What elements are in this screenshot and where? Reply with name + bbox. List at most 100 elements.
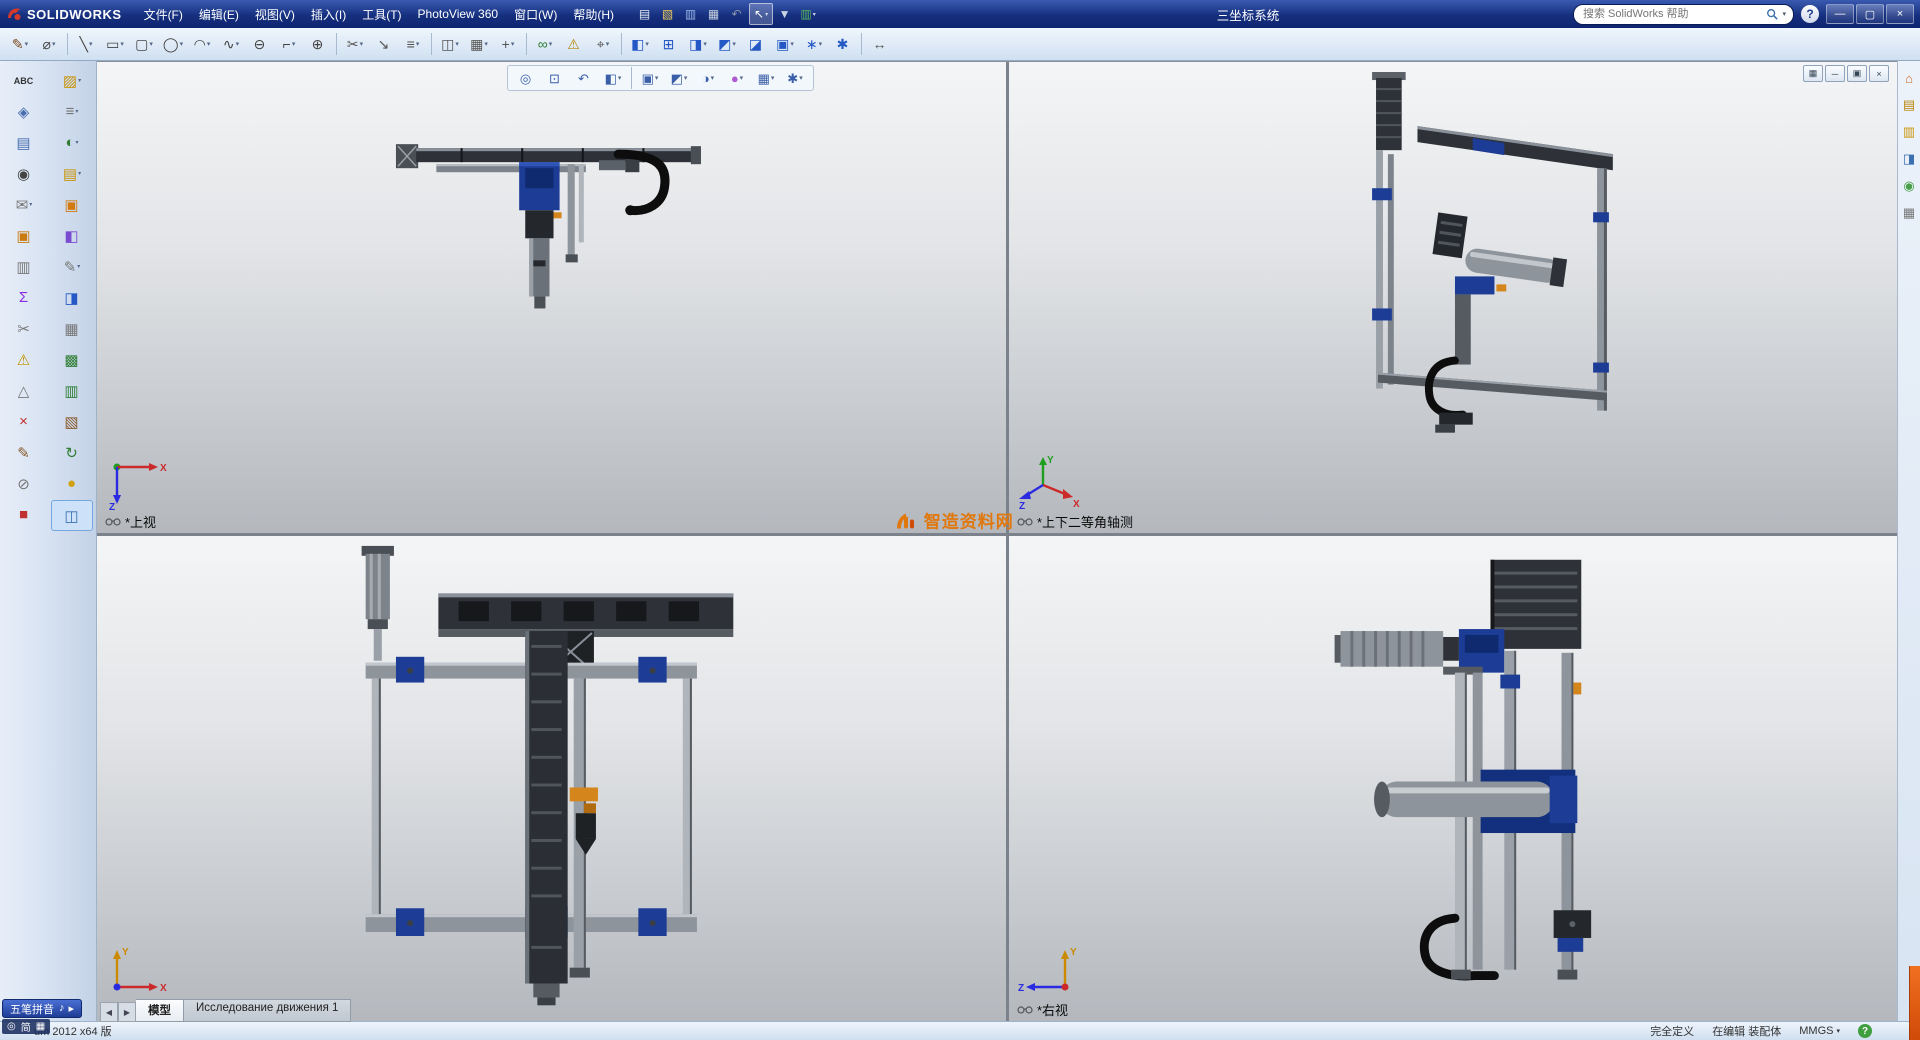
measure-icon[interactable]: ↔ xyxy=(866,31,894,57)
task-scheduler-icon[interactable]: ▣ xyxy=(4,221,44,250)
view-settings-icon[interactable]: ✱▾ xyxy=(781,67,809,89)
view-palette-icon[interactable]: ◨ xyxy=(1900,150,1918,168)
check-active-doc-icon[interactable]: ⚠ xyxy=(4,345,44,374)
view-orientation-icon[interactable]: ▣▾ xyxy=(636,67,664,89)
library-books-icon[interactable]: ▥ xyxy=(52,376,92,405)
child-minimize-icon[interactable]: ─ xyxy=(1825,65,1845,82)
menu-photoview360[interactable]: PhotoView 360 xyxy=(410,4,507,24)
display-relations-icon[interactable]: ∞▾ xyxy=(531,31,559,57)
equations-icon[interactable]: Σ xyxy=(4,283,44,312)
display-style-icon[interactable]: ◩▾ xyxy=(665,67,693,89)
quick-snaps-icon[interactable]: ⌖▾ xyxy=(589,31,617,57)
attachments-icon[interactable]: ✉▾ xyxy=(4,190,44,219)
file-explorer-icon[interactable]: ▥ xyxy=(1900,123,1918,141)
no-external-refs-icon[interactable]: ⊘ xyxy=(4,469,44,498)
mate-icon[interactable]: ⊞ xyxy=(655,31,683,57)
circle-icon[interactable]: ◯▾ xyxy=(159,31,187,57)
move-component-icon[interactable]: ◩▾ xyxy=(713,31,741,57)
new-document-icon[interactable]: ▤ xyxy=(634,4,656,24)
menu-tools[interactable]: 工具(T) xyxy=(354,3,409,26)
zoom-to-fit-icon[interactable]: ◎ xyxy=(512,67,540,89)
table-grid-icon[interactable]: ▦ xyxy=(52,314,92,343)
tab-scroll-right-icon[interactable]: ▶ xyxy=(118,1002,136,1022)
ime-sound-icon[interactable]: ♪ xyxy=(59,1002,65,1015)
trim-entities-icon[interactable]: ✂▾ xyxy=(341,31,369,57)
linear-component-pattern-icon[interactable]: ◨▾ xyxy=(684,31,712,57)
ellipse-icon[interactable]: ⊖ xyxy=(246,31,274,57)
menu-file[interactable]: 文件(F) xyxy=(136,3,191,26)
repair-sketch-icon[interactable]: ⚠ xyxy=(560,31,588,57)
appearance-palette-icon[interactable]: ◧ xyxy=(52,221,92,250)
convert-entities-icon[interactable]: ↘ xyxy=(370,31,398,57)
hide-show-items-icon[interactable]: ◑▾ xyxy=(694,67,722,89)
select-cursor-icon[interactable]: ↖▾ xyxy=(749,3,773,25)
maximize-button[interactable]: ▢ xyxy=(1856,4,1884,24)
minimize-button[interactable]: — xyxy=(1826,4,1854,24)
reference-geometry-icon[interactable]: ∗▾ xyxy=(800,31,828,57)
mirror-entities-icon[interactable]: ◫▾ xyxy=(436,31,464,57)
viewport-bottom-right[interactable]: Y Z *右视 xyxy=(1009,536,1897,1021)
ime-search-icon[interactable]: ◎ xyxy=(7,1021,16,1032)
tab-motion-study[interactable]: Исследование движения 1 xyxy=(184,999,351,1022)
insert-components-icon[interactable]: ◧▾ xyxy=(626,31,654,57)
design-library-icon[interactable]: ▤ xyxy=(1900,96,1918,114)
badge-icon[interactable]: ● xyxy=(52,469,92,498)
menu-edit[interactable]: 编辑(E) xyxy=(191,3,247,26)
linear-sketch-pattern-icon[interactable]: ▦▾ xyxy=(465,31,493,57)
sketch-icon[interactable]: ✎▾ xyxy=(6,31,34,57)
centerpoint-arc-icon[interactable]: ◠▾ xyxy=(188,31,216,57)
move-entities-icon[interactable]: +▾ xyxy=(494,31,522,57)
spell-checker-icon[interactable]: ABC xyxy=(4,66,44,95)
tab-scroll-left-icon[interactable]: ◀ xyxy=(100,1002,118,1022)
previous-view-icon[interactable]: ↶ xyxy=(570,67,598,89)
undo-icon[interactable]: ↶ xyxy=(726,4,748,24)
show-hidden-components-icon[interactable]: ◪ xyxy=(742,31,770,57)
trim-surface-icon[interactable]: ✂ xyxy=(4,314,44,343)
selection-filter-icon[interactable]: ▥▾ xyxy=(797,4,819,24)
appearances-scenes-icon[interactable]: ◉ xyxy=(1900,177,1918,195)
help-button[interactable]: ? xyxy=(1801,5,1819,23)
layers-icon[interactable]: ▩ xyxy=(52,345,92,374)
units-selector[interactable]: MMGS ▾ xyxy=(1799,1025,1840,1037)
assembly-features-icon[interactable]: ▣▾ xyxy=(771,31,799,57)
tools-icon[interactable]: ✎▾ xyxy=(52,252,92,281)
ime-menu-icon[interactable]: ▸ xyxy=(69,1002,75,1015)
offset-entities-icon[interactable]: ≡▾ xyxy=(399,31,427,57)
ruler-icon[interactable]: ≡▾ xyxy=(52,97,92,126)
toggle-selection-icon[interactable]: ▼ xyxy=(774,4,796,24)
search-dropdown-icon[interactable]: ▾ xyxy=(1782,10,1786,18)
corner-rectangle-icon[interactable]: ▭▾ xyxy=(101,31,129,57)
status-help-icon[interactable]: ? xyxy=(1858,1024,1872,1038)
ime-simplified-toggle[interactable]: 简 xyxy=(21,1019,31,1034)
child-restore-icon[interactable]: ▣ xyxy=(1847,65,1867,82)
exploded-view-icon[interactable]: ✱ xyxy=(829,31,857,57)
viewport-top-left[interactable]: X Z *上视 xyxy=(97,62,1006,533)
viewport-bottom-left[interactable]: Y X *前视 xyxy=(97,536,1006,1021)
solidworks-resources-icon[interactable]: ⌂ xyxy=(1900,69,1918,87)
parts-box-icon[interactable]: ▧ xyxy=(52,407,92,436)
menu-window[interactable]: 窗口(W) xyxy=(506,3,565,26)
viewport-four-view-icon[interactable]: ◫ xyxy=(51,500,93,531)
spline-icon[interactable]: ∿▾ xyxy=(217,31,245,57)
component-library-icon[interactable]: ◨ xyxy=(52,283,92,312)
print-icon[interactable]: ▦ xyxy=(703,4,725,24)
document-properties-icon[interactable]: ▥ xyxy=(4,252,44,281)
menu-insert[interactable]: 插入(I) xyxy=(303,3,354,26)
menu-view[interactable]: 视图(V) xyxy=(247,3,303,26)
screen-capture-icon[interactable]: ▤ xyxy=(4,128,44,157)
open-document-icon[interactable]: ▧ xyxy=(657,4,679,24)
deviation-analysis-icon[interactable]: △ xyxy=(4,376,44,405)
zoom-to-area-icon[interactable]: ⊡ xyxy=(541,67,569,89)
stop-icon[interactable]: ■ xyxy=(4,500,44,529)
close-button[interactable]: × xyxy=(1886,4,1914,24)
point-icon[interactable]: ⊕ xyxy=(304,31,332,57)
design-checker-icon[interactable]: ◈ xyxy=(4,97,44,126)
design-binder-icon[interactable]: ▤▾ xyxy=(52,159,92,188)
viewport-splitter-horizontal[interactable] xyxy=(97,533,1897,536)
delete-face-icon[interactable]: × xyxy=(4,407,44,436)
viewport-top-right[interactable]: Y X Z *上下二等角轴测 xyxy=(1009,62,1897,533)
refresh-icon[interactable]: ↻ xyxy=(52,438,92,467)
sketch-fillet-icon[interactable]: ⌐▾ xyxy=(275,31,303,57)
toolbox-icon[interactable]: ▣ xyxy=(52,190,92,219)
straight-slot-icon[interactable]: ▢▾ xyxy=(130,31,158,57)
